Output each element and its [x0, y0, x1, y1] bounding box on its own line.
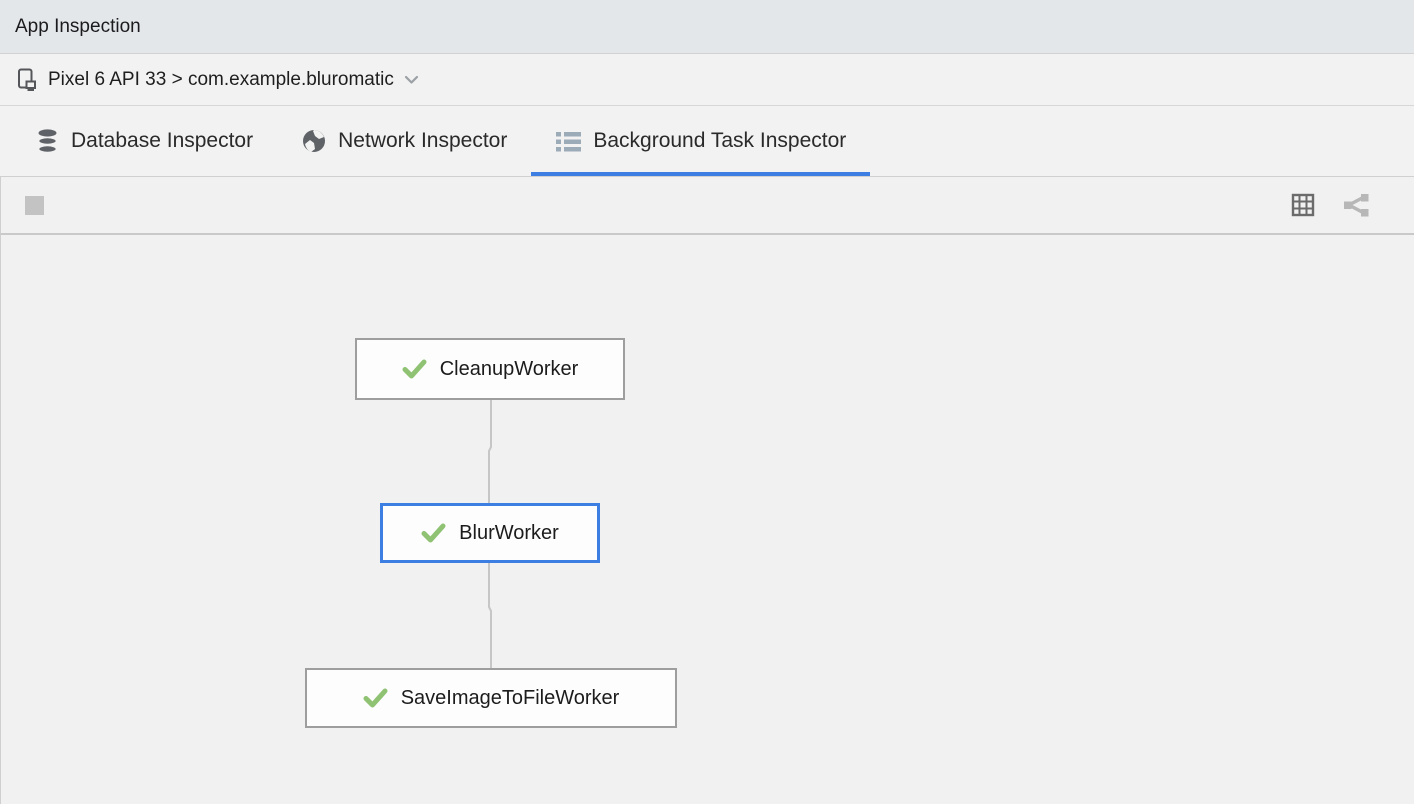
stop-icon[interactable] — [25, 196, 44, 215]
process-selector-bar[interactable]: Pixel 6 API 33 > com.example.bluromatic — [0, 54, 1414, 106]
worker-node-blurworker[interactable]: BlurWorker — [380, 503, 600, 563]
worker-node-label: SaveImageToFileWorker — [401, 687, 620, 710]
page-title: App Inspection — [15, 16, 141, 38]
worker-node-label: CleanupWorker — [440, 358, 579, 381]
tab-background-task-inspector[interactable]: Background Task Inspector — [531, 106, 870, 176]
check-icon — [421, 522, 446, 544]
tab-label: Background Task Inspector — [593, 129, 846, 153]
tab-network-inspector[interactable]: Network Inspector — [277, 106, 531, 176]
globe-icon — [301, 128, 327, 154]
inspector-toolbar — [0, 177, 1414, 235]
work-graph-canvas[interactable]: CleanupWorker BlurWorker SaveImageToFile… — [0, 235, 1414, 804]
tab-label: Network Inspector — [338, 129, 507, 153]
device-phone-icon — [15, 67, 40, 92]
database-icon — [35, 128, 60, 155]
chevron-down-icon[interactable] — [404, 75, 419, 85]
check-icon — [363, 687, 388, 709]
worker-edges — [1, 235, 1414, 804]
tab-database-inspector[interactable]: Database Inspector — [11, 106, 277, 176]
worker-node-saveimagetofileworker[interactable]: SaveImageToFileWorker — [305, 668, 677, 728]
table-view-icon[interactable] — [1290, 192, 1316, 218]
worker-node-cleanupworker[interactable]: CleanupWorker — [355, 338, 625, 400]
inspector-tabs: Database Inspector Network Inspector Bac… — [0, 106, 1414, 177]
check-icon — [402, 358, 427, 380]
app-inspection-header: App Inspection — [0, 0, 1414, 54]
worker-node-label: BlurWorker — [459, 522, 559, 545]
graph-view-icon[interactable] — [1342, 191, 1370, 219]
list-icon — [555, 129, 582, 154]
tab-label: Database Inspector — [71, 129, 253, 153]
process-selector-label[interactable]: Pixel 6 API 33 > com.example.bluromatic — [48, 69, 394, 91]
